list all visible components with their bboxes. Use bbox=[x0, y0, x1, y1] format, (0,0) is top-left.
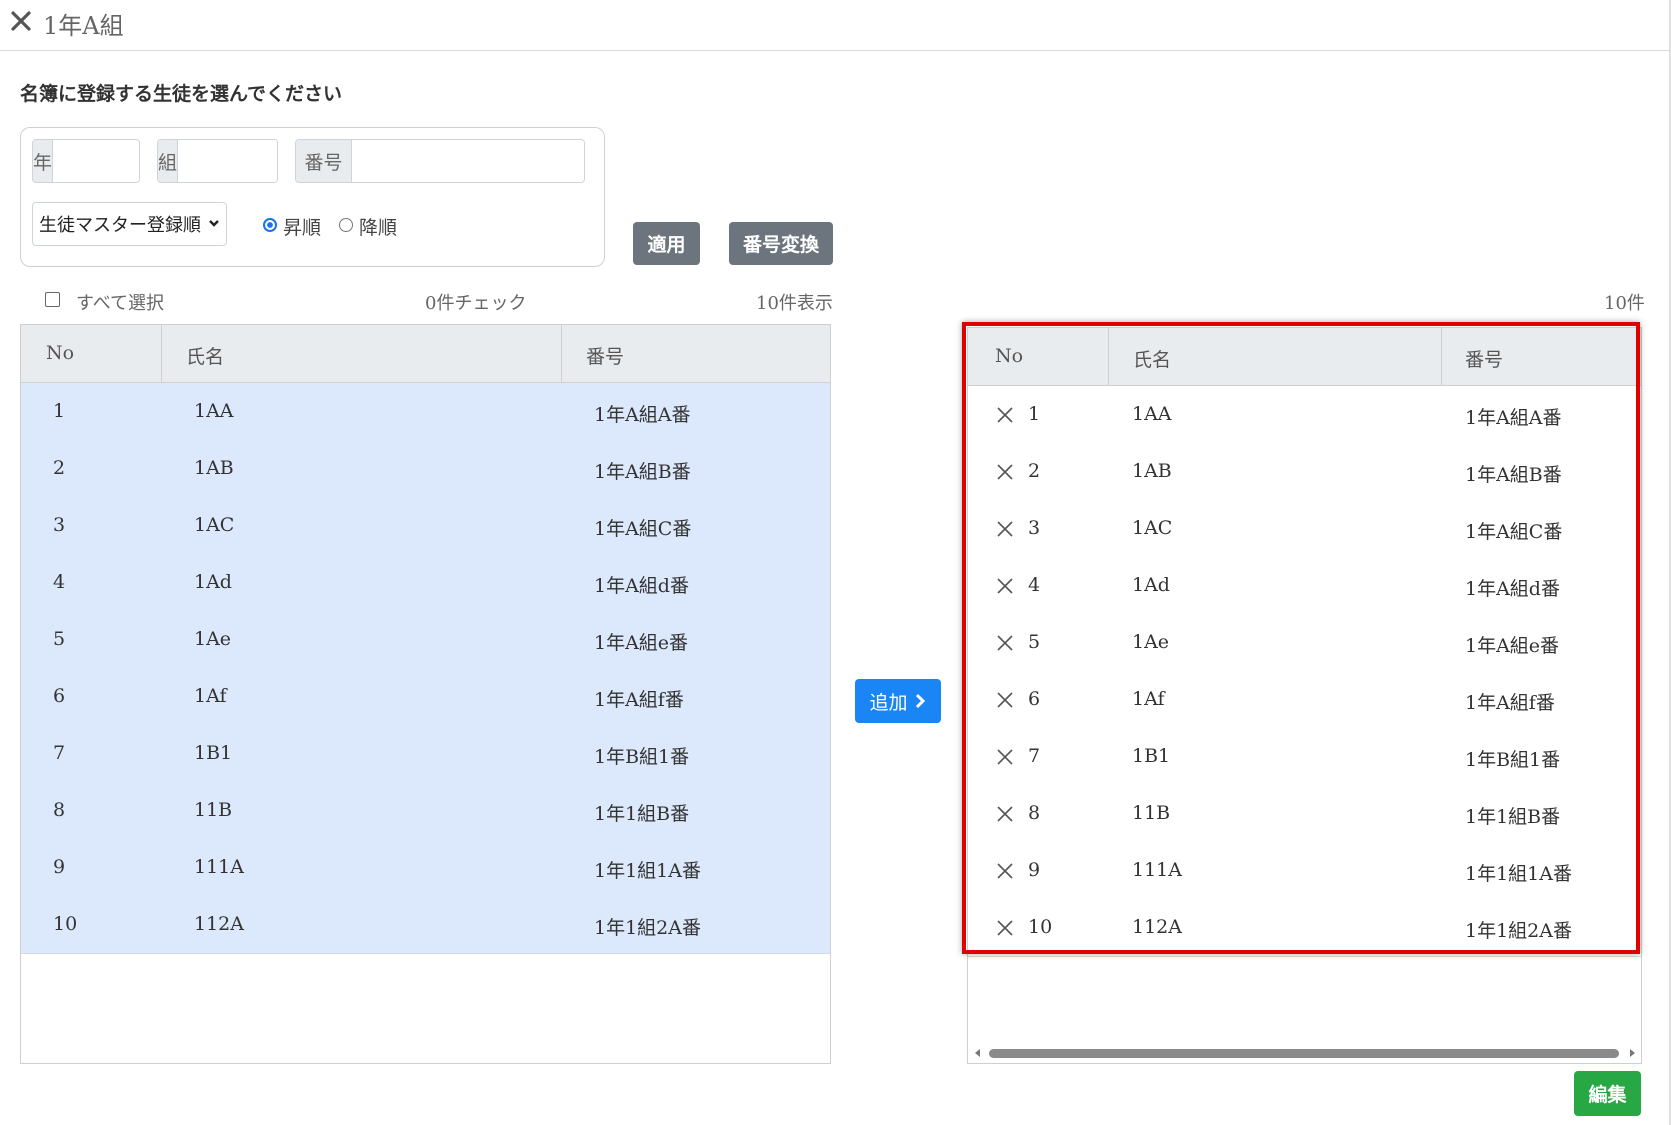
checked-count: 0件チェック bbox=[425, 293, 527, 314]
table-row[interactable]: 6 1Af 1年A組f番 bbox=[21, 668, 830, 726]
row-number: 1年A組C番 bbox=[594, 518, 692, 540]
instruction-text: 名簿に登録する生徒を選んでください bbox=[20, 83, 343, 105]
table-row[interactable]: 7 1B1 1年B組1番 bbox=[21, 725, 830, 783]
row-name: 1B1 bbox=[194, 742, 233, 764]
chevron-down-icon bbox=[209, 220, 219, 227]
table-row[interactable]: 8 11B 1年1組B番 bbox=[21, 782, 830, 840]
table-row[interactable]: 3 1AC 1年A組C番 bbox=[21, 497, 830, 555]
row-name: 1AA bbox=[194, 400, 234, 422]
row-no: 3 bbox=[53, 514, 66, 536]
scroll-left-icon[interactable] bbox=[973, 1047, 983, 1059]
sort-asc-radio[interactable] bbox=[263, 218, 277, 232]
sort-order-select[interactable]: 生徒マスター登録順 bbox=[32, 202, 227, 246]
row-number: 1年1組2A番 bbox=[594, 917, 701, 939]
row-number: 1年1組1A番 bbox=[594, 860, 701, 882]
table-row[interactable]: 1 1AA 1年A組A番 bbox=[21, 383, 830, 441]
close-icon[interactable] bbox=[8, 8, 34, 34]
row-name: 11B bbox=[194, 799, 233, 821]
sort-desc-radio[interactable] bbox=[339, 218, 353, 232]
row-no: 10 bbox=[53, 913, 78, 935]
row-number: 1年A組B番 bbox=[594, 461, 691, 483]
convert-number-button[interactable]: 番号変換 bbox=[729, 222, 833, 265]
number-label: 番号 bbox=[296, 140, 352, 182]
horizontal-scrollbar[interactable] bbox=[989, 1049, 1619, 1058]
row-name: 111A bbox=[194, 856, 244, 878]
row-number: 1年A組f番 bbox=[594, 689, 684, 711]
table-row[interactable]: 4 1Ad 1年A組d番 bbox=[21, 554, 830, 612]
registered-count: 10件 bbox=[1604, 293, 1645, 314]
chevron-right-icon bbox=[915, 693, 925, 709]
year-label: 年 bbox=[33, 140, 54, 182]
table-row[interactable]: 9 111A 1年1組1A番 bbox=[21, 839, 830, 897]
table-row[interactable]: 5 1Ae 1年A組e番 bbox=[21, 611, 830, 669]
row-number: 1年A組e番 bbox=[594, 632, 689, 654]
table-row[interactable]: 2 1AB 1年A組B番 bbox=[21, 440, 830, 498]
dialog-title: 1年A組 bbox=[43, 12, 124, 40]
row-name: 1Ae bbox=[194, 628, 232, 650]
row-no: 2 bbox=[53, 457, 66, 479]
row-no: 5 bbox=[53, 628, 66, 650]
col-number-header: 番号 bbox=[586, 346, 625, 368]
dialog-header bbox=[0, 0, 1671, 51]
row-name: 1Ad bbox=[194, 571, 232, 593]
display-count: 10件表示 bbox=[756, 293, 833, 314]
apply-button[interactable]: 適用 bbox=[633, 222, 700, 265]
row-name: 1AB bbox=[194, 457, 234, 479]
row-name: 1Af bbox=[194, 685, 227, 707]
row-no: 6 bbox=[53, 685, 66, 707]
sort-asc-label: 昇順 bbox=[283, 217, 322, 239]
edit-button[interactable]: 編集 bbox=[1574, 1071, 1641, 1116]
class-input-group: 組 bbox=[157, 139, 278, 183]
row-no: 8 bbox=[53, 799, 66, 821]
table-row[interactable]: 10 112A 1年1組2A番 bbox=[21, 896, 830, 954]
row-number: 1年A組A番 bbox=[594, 404, 691, 426]
select-all-label: すべて選択 bbox=[76, 293, 165, 314]
row-no: 7 bbox=[53, 742, 66, 764]
row-no: 4 bbox=[53, 571, 66, 593]
add-button[interactable]: 追加 bbox=[855, 679, 941, 723]
sort-desc-label: 降順 bbox=[359, 217, 398, 239]
highlight-frame bbox=[962, 322, 1640, 954]
student-table: No 氏名 番号 1 1AA 1年A組A番 2 1AB 1年A組B番 3 1AC 1年A組C番 4… bbox=[20, 324, 831, 1064]
add-button-label: 追加 bbox=[869, 691, 908, 714]
row-name: 112A bbox=[194, 913, 244, 935]
row-number: 1年B組1番 bbox=[594, 746, 690, 768]
scroll-right-icon[interactable] bbox=[1627, 1047, 1637, 1059]
row-name: 1AC bbox=[194, 514, 235, 536]
col-name-header: 氏名 bbox=[186, 346, 225, 368]
sort-select-value: 生徒マスター登録順 bbox=[39, 215, 201, 236]
class-input[interactable] bbox=[178, 140, 277, 182]
year-input-group: 年 bbox=[32, 139, 140, 183]
number-input[interactable] bbox=[352, 140, 584, 182]
row-no: 1 bbox=[53, 400, 66, 422]
row-no: 9 bbox=[53, 856, 66, 878]
table-header: No 氏名 番号 bbox=[21, 325, 830, 383]
class-label: 組 bbox=[158, 140, 179, 182]
number-input-group: 番号 bbox=[295, 139, 585, 183]
year-input[interactable] bbox=[53, 140, 139, 182]
row-number: 1年A組d番 bbox=[594, 575, 689, 597]
col-no-header: No bbox=[46, 342, 75, 364]
row-number: 1年1組B番 bbox=[594, 803, 690, 825]
select-all-checkbox[interactable] bbox=[45, 292, 60, 307]
